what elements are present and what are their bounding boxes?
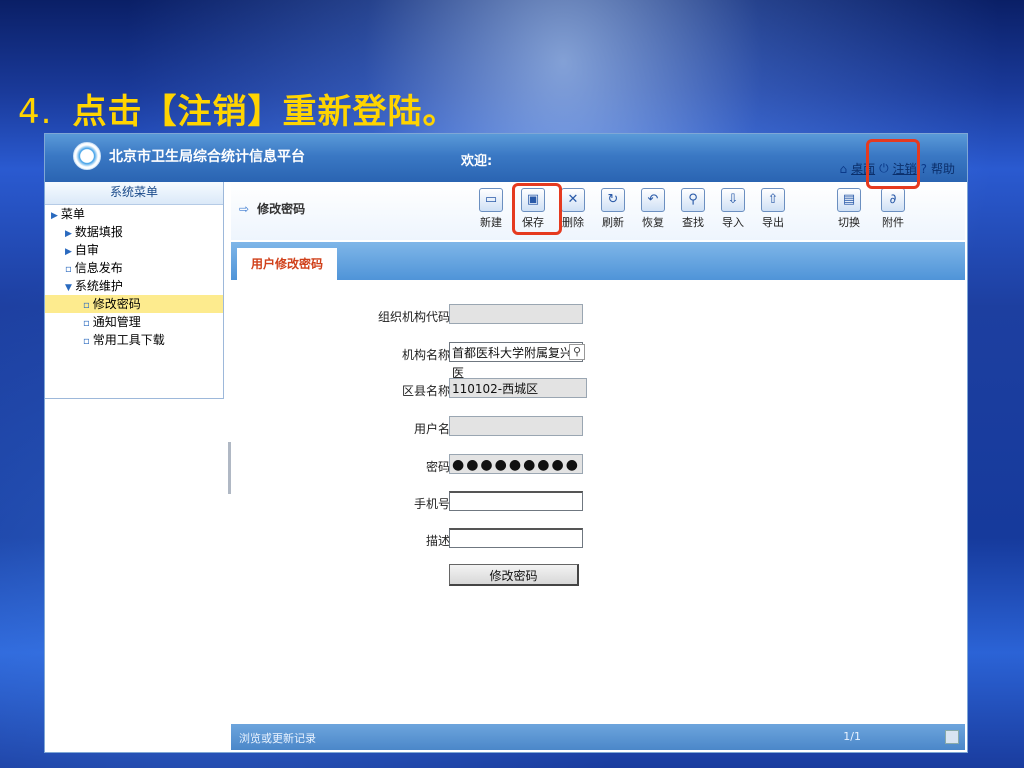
org-code-row: 组织机构代码: [231,304,965,328]
undo-icon: ↶ [641,188,665,212]
sidebar-item-label: 菜单 [60,207,85,221]
slide-number: 4. [18,92,53,132]
sidebar-item-menu[interactable]: ▶ 菜单 [45,205,223,223]
export-button-label: 导出 [762,216,784,229]
mobile-label: 手机号: [413,497,454,511]
change-password-button[interactable]: 修改密码 [449,564,579,586]
district-field[interactable]: 110102-西城区 [449,378,587,398]
switch-button-label: 切换 [838,216,860,229]
restore-button-label: 恢复 [642,216,664,229]
sidebar-item-label: 通知管理 [92,315,141,329]
sidebar-item-label: 常用工具下载 [92,333,165,347]
new-button-label: 新建 [480,216,502,229]
restore-button[interactable]: ↶ 恢复 [635,188,671,230]
description-field[interactable] [449,528,583,548]
app-logo-icon [73,142,101,170]
tab-bar: 用户修改密码 [231,242,965,280]
lookup-magnifier-icon[interactable]: ⚲ [569,344,585,360]
import-button-label: 导入 [722,216,744,229]
sidebar-item-change-password[interactable]: ▫ 修改密码 [45,295,223,313]
org-name-label: 机构名称: [401,348,454,362]
page-indicator: 1/1 [843,730,861,743]
record-link[interactable]: 浏览或更新记录 [239,730,316,746]
password-row: 密码: ●●●●●●●●● [231,454,965,478]
sidebar-item-system-maintenance[interactable]: ▼ 系统维护 [45,277,223,295]
monitor-icon: ▤ [837,188,861,212]
trash-icon: ✕ [561,188,585,212]
sidebar-item-self-review[interactable]: ▶ 自审 [45,241,223,259]
paperclip-icon: ∂ [881,188,905,212]
sidebar-item-tools-download[interactable]: ▫ 常用工具下载 [45,331,223,349]
mobile-row: 手机号: [231,491,965,515]
sidebar-item-label: 自审 [74,243,99,257]
app-title: 北京市卫生局综合统计信息平台 [109,149,305,165]
description-row: 描述: [231,528,965,552]
refresh-icon: ↻ [601,188,625,212]
sidebar-item-label: 修改密码 [92,297,141,311]
export-button[interactable]: ⇧ 导出 [755,188,791,230]
org-code-field[interactable] [449,304,583,324]
document-icon: ▫ [83,318,90,329]
collapse-arrow-icon: ▼ [65,283,72,293]
username-label: 用户名: [413,422,454,436]
attach-button[interactable]: ∂ 附件 [875,188,911,230]
sidebar-item-data-entry[interactable]: ▶ 数据填报 [45,223,223,241]
sidebar-item-label: 信息发布 [74,261,123,275]
arrow-right-icon: ⇨ [239,202,250,216]
new-document-icon: ▭ [479,188,503,212]
document-icon: ▫ [83,336,90,347]
help-icon: ? [920,161,927,176]
sidebar-item-notice-management[interactable]: ▫ 通知管理 [45,313,223,331]
search-button[interactable]: ⚲ 查找 [675,188,711,230]
expand-arrow-icon: ▶ [51,211,58,221]
sidebar: 系统菜单 ▶ 菜单 ▶ 数据填报 ▶ 自审 ▫ 信息发布 ▼ 系统维护 ▫ 修改密码 ▫ 通知… [45,182,224,399]
logout-highlight-box [866,139,920,189]
import-icon: ⇩ [721,188,745,212]
expand-arrow-icon: ▶ [65,247,72,257]
page-name: 修改密码 [257,202,306,216]
magnifier-icon: ⚲ [681,188,705,212]
slide-title: 4. 点击【注销】重新登陆。 [18,84,457,133]
welcome-text: 欢迎: [461,154,493,169]
sidebar-header: 系统菜单 [45,182,223,205]
export-icon: ⇧ [761,188,785,212]
attach-button-label: 附件 [882,216,904,229]
sidebar-item-label: 数据填报 [74,225,123,239]
org-code-label: 组织机构代码: [377,310,454,324]
app-window: 北京市卫生局综合统计信息平台 欢迎: ⌂ 桌面 ⏻ 注销 ? 帮助 系统菜单 ▶… [44,133,968,753]
tab-change-password[interactable]: 用户修改密码 [237,248,337,280]
home-icon: ⌂ [839,161,848,176]
delete-button-label: 删除 [562,216,584,229]
sidebar-item-label: 系统维护 [74,279,123,293]
refresh-button[interactable]: ↻ 刷新 [595,188,631,230]
mobile-field[interactable] [449,491,583,511]
save-highlight-box [512,183,562,235]
username-row: 用户名: [231,416,965,440]
switch-button[interactable]: ▤ 切换 [831,188,867,230]
help-link[interactable]: 帮助 [931,160,955,177]
app-header: 北京市卫生局综合统计信息平台 欢迎: ⌂ 桌面 ⏻ 注销 ? 帮助 [45,134,967,182]
main-panel: ⇨ 修改密码 ▭ 新建 ▣ 保存 ✕ 删除 ↻ 刷新 ↶ 恢复 ⚲ 查找 ⇩ 导… [231,182,965,752]
district-row: 区县名称: 110102-西城区 [231,378,965,402]
sidebar-item-info-publish[interactable]: ▫ 信息发布 [45,259,223,277]
footer-square-icon[interactable] [945,730,959,744]
org-name-row: 机构名称: 首都医科大学附属复兴医 ⚲ [231,342,965,380]
org-name-field[interactable]: 首都医科大学附属复兴医 [449,342,583,380]
username-field[interactable] [449,416,583,436]
document-icon: ▫ [83,300,90,311]
page-breadcrumb: ⇨ 修改密码 [239,200,305,217]
status-footer: 浏览或更新记录 1/1 [231,724,965,750]
slide-title-text: 点击【注销】重新登陆。 [72,92,458,132]
toolbar: ⇨ 修改密码 ▭ 新建 ▣ 保存 ✕ 删除 ↻ 刷新 ↶ 恢复 ⚲ 查找 ⇩ 导… [231,182,965,240]
new-button[interactable]: ▭ 新建 [473,188,509,230]
refresh-button-label: 刷新 [602,216,624,229]
document-icon: ▫ [65,264,72,275]
district-label: 区县名称: [401,384,454,398]
password-field[interactable]: ●●●●●●●●● [449,454,583,474]
search-button-label: 查找 [682,216,704,229]
expand-arrow-icon: ▶ [65,229,72,239]
import-button[interactable]: ⇩ 导入 [715,188,751,230]
